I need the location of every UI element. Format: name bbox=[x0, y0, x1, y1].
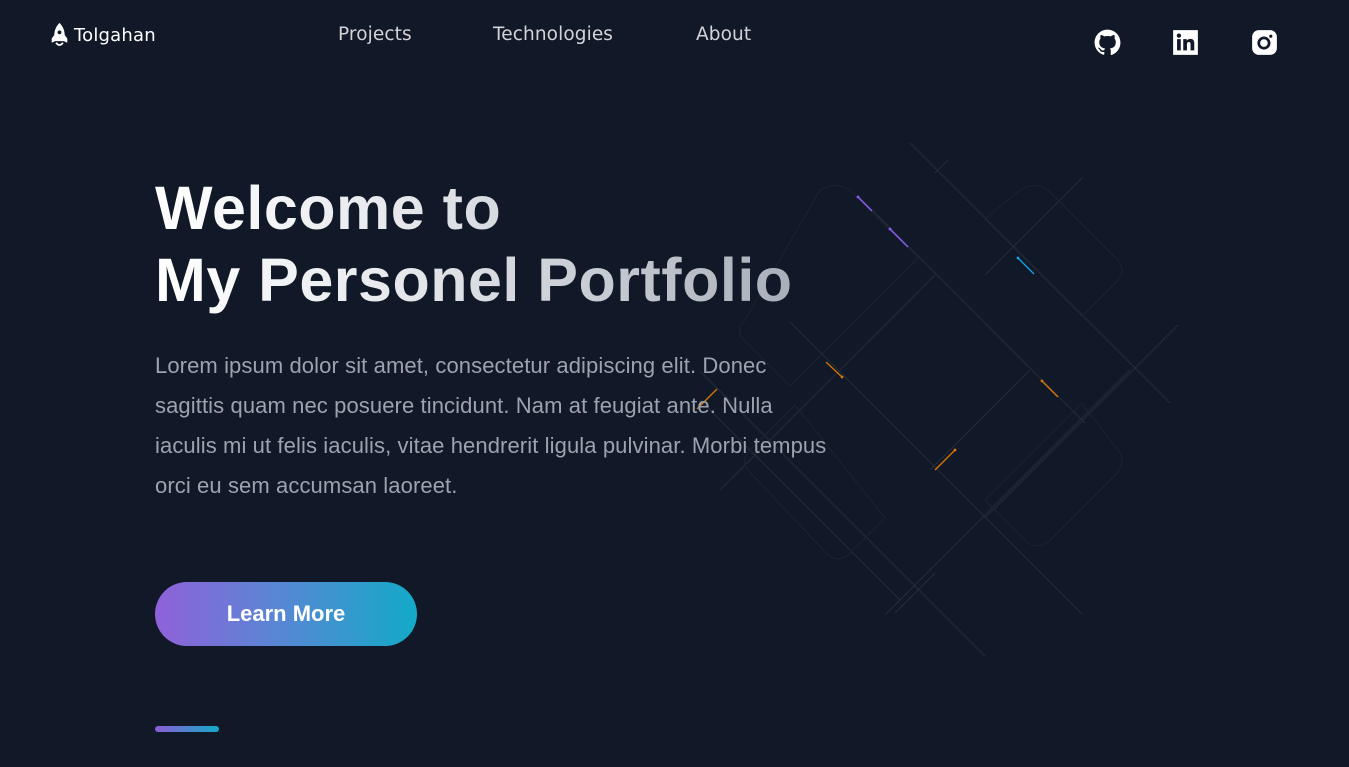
linkedin-link[interactable] bbox=[1172, 29, 1199, 56]
rocket-icon bbox=[51, 22, 68, 46]
brand-logo[interactable]: Tolgahan bbox=[49, 22, 156, 48]
pattern-line bbox=[857, 195, 1086, 424]
pattern-line bbox=[909, 142, 1171, 404]
spark-orange bbox=[1041, 380, 1059, 398]
portfolio-page: Tolgahan Projects Technologies About Wel… bbox=[0, 0, 1349, 767]
pattern-line bbox=[884, 369, 1131, 616]
spark-orange-dot bbox=[953, 448, 957, 452]
nav-link-about[interactable]: About bbox=[696, 24, 751, 45]
spark-orange-dot bbox=[1040, 379, 1044, 383]
spark-cyan-dot bbox=[1016, 256, 1020, 260]
pattern-line bbox=[894, 572, 936, 614]
accent-divider bbox=[155, 726, 219, 732]
instagram-icon bbox=[1252, 30, 1277, 55]
github-link[interactable] bbox=[1094, 29, 1121, 56]
pattern-line bbox=[929, 369, 1031, 471]
spark-purple bbox=[889, 228, 909, 248]
brand-name: Tolgahan bbox=[74, 24, 156, 46]
instagram-link[interactable] bbox=[1251, 29, 1278, 56]
hero-title-line-1: Welcome to bbox=[155, 174, 502, 242]
hero-title: Welcome to My Personel Portfolio bbox=[155, 172, 875, 316]
linkedin-icon bbox=[1173, 30, 1198, 55]
spark-purple-dot bbox=[888, 227, 892, 231]
spark-orange bbox=[934, 449, 956, 471]
pattern-line bbox=[984, 176, 1084, 276]
hero-description: Lorem ipsum dolor sit amet, consectetur … bbox=[155, 353, 827, 498]
github-icon bbox=[1094, 29, 1121, 55]
spark-cyan bbox=[1017, 257, 1035, 275]
pattern-rounded-diamond bbox=[984, 185, 1123, 317]
spark-orange-dot bbox=[840, 375, 844, 379]
nav-link-technologies[interactable]: Technologies bbox=[493, 24, 613, 45]
learn-more-button[interactable]: Learn More bbox=[155, 582, 417, 646]
pattern-rounded-diamond bbox=[984, 402, 1123, 547]
pattern-line bbox=[984, 324, 1179, 519]
pattern-line bbox=[934, 159, 949, 174]
nav-link-projects[interactable]: Projects bbox=[338, 24, 412, 45]
hero-title-line-2: My Personel Portfolio bbox=[155, 246, 793, 314]
